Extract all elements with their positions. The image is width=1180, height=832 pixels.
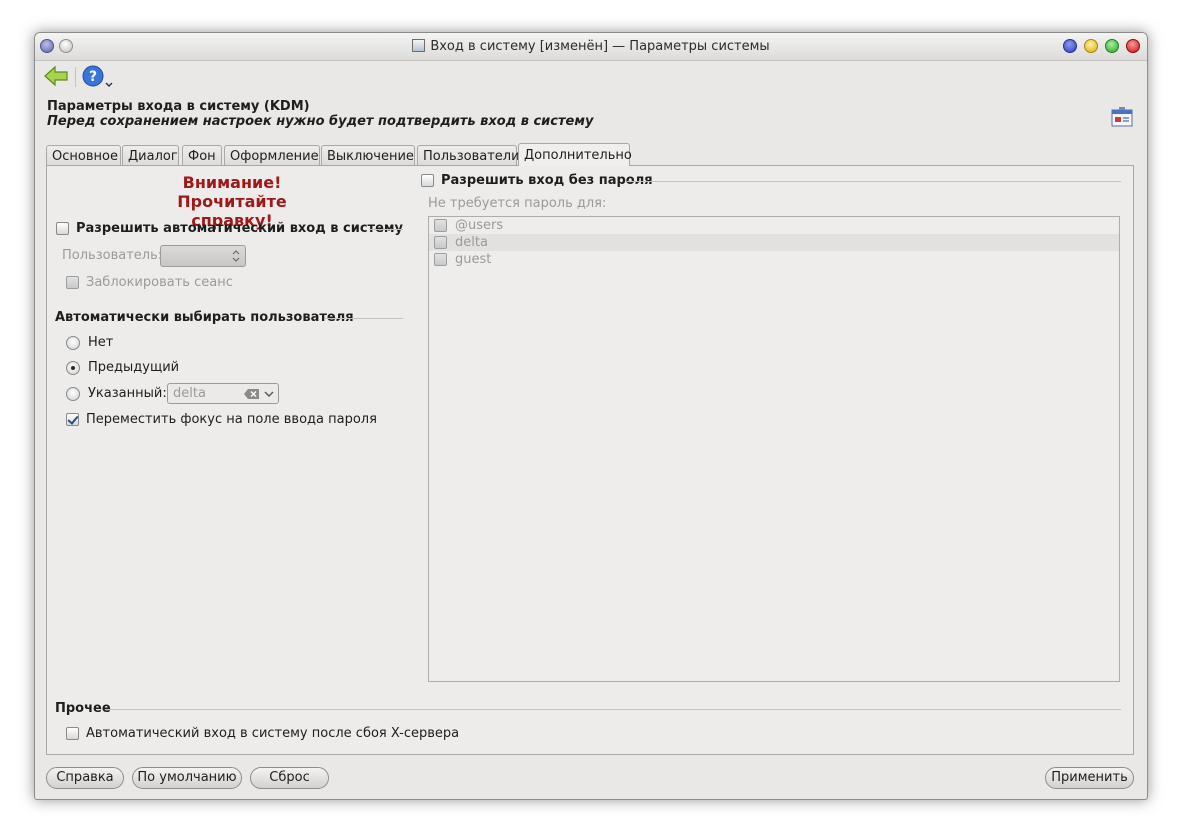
focus-password-label: Переместить фокус на поле ввода пароля bbox=[86, 412, 377, 427]
chevron-down-icon bbox=[264, 391, 274, 397]
list-item-checkbox[interactable] bbox=[434, 219, 447, 232]
nopass-label: Разрешить вход без пароля bbox=[441, 173, 653, 188]
reset-button[interactable]: Сброс bbox=[250, 767, 329, 789]
help-button[interactable]: Справка bbox=[46, 767, 124, 789]
nopass-user-list: @users delta guest bbox=[428, 216, 1120, 682]
radio-previous[interactable] bbox=[66, 361, 80, 375]
apply-button[interactable]: Применить bbox=[1045, 767, 1134, 789]
close-button[interactable] bbox=[1126, 39, 1140, 53]
specified-user-combobox[interactable]: delta bbox=[167, 383, 279, 404]
xcrash-autologin-label: Автоматический вход в систему после сбоя… bbox=[86, 726, 460, 741]
nopass-checkbox[interactable] bbox=[421, 174, 434, 187]
tab-advanced[interactable]: Дополнительно bbox=[518, 143, 632, 166]
minimize-button[interactable] bbox=[1084, 39, 1098, 53]
nopass-sublabel: Не требуется пароль для: bbox=[428, 196, 607, 211]
radio-none[interactable] bbox=[66, 336, 80, 350]
settings-app-icon bbox=[412, 39, 426, 52]
back-button[interactable] bbox=[43, 64, 69, 88]
arrow-left-icon bbox=[44, 65, 68, 87]
group-line bbox=[627, 181, 1121, 182]
toolbar-separator bbox=[75, 67, 76, 87]
group-line bbox=[105, 709, 1121, 710]
autoselect-heading: Автоматически выбирать пользователя bbox=[55, 310, 354, 325]
user-combobox[interactable] bbox=[160, 245, 246, 267]
list-item-checkbox[interactable] bbox=[434, 253, 447, 266]
radio-previous-label: Предыдущий bbox=[88, 360, 180, 375]
list-item[interactable]: guest bbox=[429, 251, 1119, 268]
tab-appearance[interactable]: Оформление bbox=[224, 145, 320, 165]
page-subtitle: Перед сохранением настроек нужно будет п… bbox=[47, 114, 594, 129]
defaults-button[interactable]: По умолчанию bbox=[132, 767, 242, 789]
svg-text:?: ? bbox=[89, 69, 97, 85]
settings-window: Вход в систему [изменён] — Параметры сис… bbox=[34, 32, 1148, 800]
autologin-label: Разрешить автоматический вход в систему bbox=[76, 221, 403, 236]
window-title-area: Вход в систему [изменён] — Параметры сис… bbox=[35, 39, 1147, 54]
lock-session-label: Заблокировать сеанс bbox=[86, 275, 233, 290]
list-item-label: @users bbox=[455, 218, 504, 233]
tab-shutdown[interactable]: Выключение bbox=[321, 145, 415, 165]
help-window-button[interactable] bbox=[1063, 39, 1077, 53]
list-item-checkbox[interactable] bbox=[434, 236, 447, 249]
tab-dialog[interactable]: Диалог bbox=[122, 145, 179, 165]
spin-arrows-icon bbox=[232, 250, 240, 262]
focus-password-checkbox[interactable] bbox=[66, 413, 79, 426]
tab-general[interactable]: Основное bbox=[46, 145, 121, 165]
user-label: Пользователь: bbox=[62, 248, 163, 263]
radio-specified-label: Указанный: bbox=[88, 386, 167, 401]
group-line bbox=[325, 318, 403, 319]
radio-none-label: Нет bbox=[88, 335, 114, 350]
advanced-panel: Внимание! Прочитайте справку! Разрешить … bbox=[46, 165, 1134, 755]
warning-line1: Внимание! bbox=[182, 173, 282, 192]
radio-specified[interactable] bbox=[66, 387, 80, 401]
autologin-checkbox[interactable] bbox=[56, 222, 69, 235]
help-icon: ? bbox=[82, 65, 113, 87]
clear-text-icon[interactable] bbox=[244, 388, 260, 400]
tab-users[interactable]: Пользователи bbox=[417, 145, 520, 165]
group-line bbox=[369, 229, 403, 230]
other-heading: Прочее bbox=[55, 701, 111, 716]
help-menu-button[interactable]: ? bbox=[82, 64, 116, 90]
window-title: Вход в систему [изменён] — Параметры сис… bbox=[430, 39, 770, 54]
titlebar: Вход в систему [изменён] — Параметры сис… bbox=[35, 33, 1147, 61]
list-item[interactable]: delta bbox=[429, 234, 1119, 251]
maximize-button[interactable] bbox=[1105, 39, 1119, 53]
page-title: Параметры входа в систему (KDM) bbox=[47, 99, 310, 114]
toolbar: ? bbox=[35, 61, 1147, 95]
xcrash-autologin-checkbox[interactable] bbox=[66, 727, 79, 740]
list-item-label: delta bbox=[455, 235, 488, 250]
list-item[interactable]: @users bbox=[429, 217, 1119, 234]
list-item-label: guest bbox=[455, 252, 492, 267]
kdm-module-icon bbox=[1111, 107, 1133, 127]
tab-background[interactable]: Фон bbox=[182, 145, 222, 165]
specified-user-value: delta bbox=[173, 386, 206, 401]
lock-session-checkbox[interactable] bbox=[66, 276, 79, 289]
